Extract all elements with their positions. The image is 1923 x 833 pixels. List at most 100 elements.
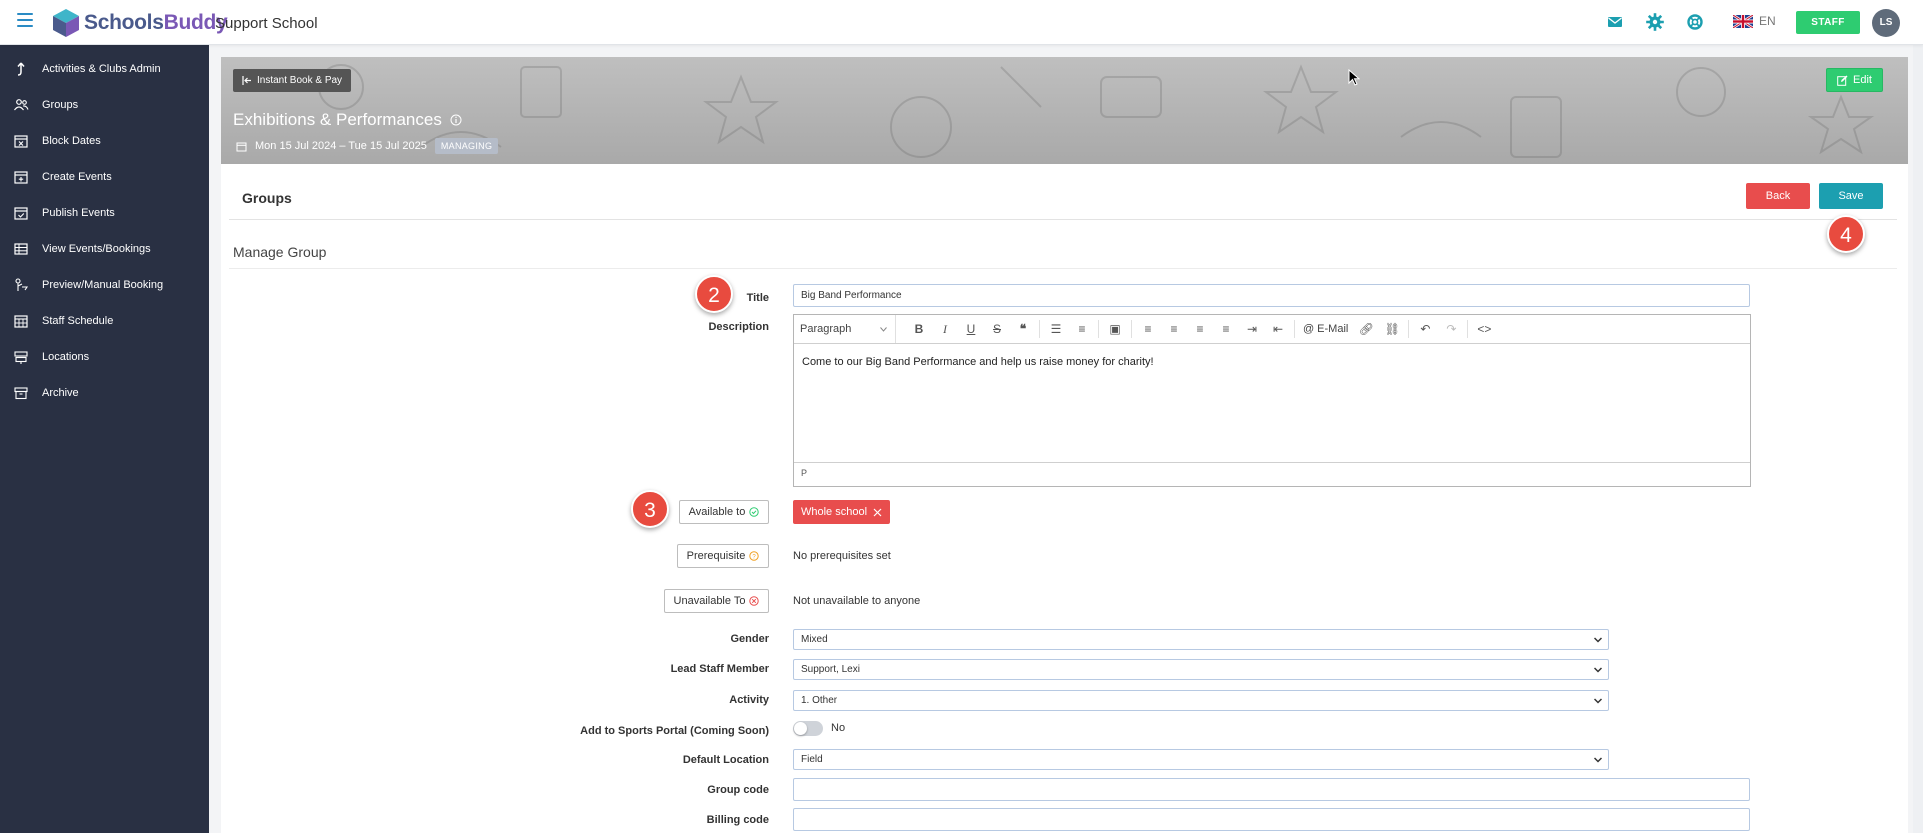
- sidebar-item-archive[interactable]: Archive: [0, 378, 209, 408]
- sidebar-item-groups[interactable]: Groups: [0, 90, 209, 120]
- activity-select[interactable]: 1. Other: [793, 690, 1609, 711]
- panel-title: Groups: [242, 190, 292, 206]
- bullet-list-icon[interactable]: ☰: [1043, 322, 1069, 336]
- editor-body[interactable]: Come to our Big Band Performance and hel…: [794, 344, 1750, 463]
- default-location-select[interactable]: Field: [793, 749, 1609, 770]
- step-4-annotation: 4: [1827, 215, 1865, 253]
- chevron-down-icon: [880, 326, 887, 332]
- sidebar-item-view-events-bookings[interactable]: View Events/Bookings: [0, 234, 209, 264]
- paragraph-format-label: Paragraph: [800, 323, 852, 335]
- unavailable-to-button[interactable]: Unavailable To: [664, 589, 769, 613]
- toolbar-separator: [1131, 320, 1132, 338]
- numbered-list-icon[interactable]: ≡: [1069, 322, 1095, 336]
- page-scrollbar[interactable]: [1913, 45, 1923, 833]
- sidebar-item-publish-events[interactable]: Publish Events: [0, 198, 209, 228]
- default-location-label: Default Location: [682, 754, 769, 766]
- align-justify-icon[interactable]: ≡: [1213, 322, 1239, 336]
- editor-status-path: P: [801, 468, 808, 478]
- lead-staff-select[interactable]: Support, Lexi: [793, 659, 1609, 680]
- sidebar-item-label: Groups: [42, 99, 79, 111]
- gender-select[interactable]: Mixed: [793, 629, 1609, 650]
- close-icon[interactable]: [873, 508, 882, 517]
- sports-portal-toggle[interactable]: [793, 721, 823, 736]
- section-title: Manage Group: [233, 244, 327, 260]
- unlink-icon[interactable]: ⛓︎: [1379, 322, 1405, 336]
- language-selector[interactable]: EN: [1733, 14, 1776, 28]
- outdent-icon[interactable]: ⇤: [1265, 322, 1291, 336]
- chevron-down-icon: [1594, 698, 1602, 704]
- sidebar-item-label: Locations: [42, 351, 90, 363]
- align-left-icon[interactable]: ≡: [1135, 322, 1161, 336]
- underline-icon[interactable]: U: [958, 322, 984, 336]
- table-icon: [0, 234, 42, 264]
- back-button[interactable]: Back: [1746, 183, 1810, 209]
- sidebar-item-block-dates[interactable]: Block Dates: [0, 126, 209, 156]
- source-code-icon[interactable]: <>: [1471, 322, 1497, 336]
- sidebar-item-label: Staff Schedule: [42, 315, 114, 327]
- edit-button[interactable]: Edit: [1826, 68, 1883, 92]
- indent-icon[interactable]: ⇥: [1239, 322, 1265, 336]
- blockquote-icon[interactable]: ❝: [1010, 322, 1036, 336]
- sign-icon: [0, 342, 42, 372]
- email-link-button[interactable]: @ E-Mail: [1298, 323, 1353, 335]
- align-right-icon[interactable]: ≡: [1187, 322, 1213, 336]
- edit-label: Edit: [1853, 74, 1872, 86]
- prerequisite-value: No prerequisites set: [793, 550, 891, 562]
- calendar-plus-icon: [0, 162, 42, 192]
- billing-code-label: Billing code: [706, 814, 769, 826]
- save-button[interactable]: Save: [1819, 183, 1883, 209]
- paragraph-format-select[interactable]: Paragraph: [800, 315, 896, 343]
- mail-icon[interactable]: [1606, 13, 1624, 31]
- toolbar-separator: [1467, 320, 1469, 338]
- sidebar-item-staff-schedule[interactable]: Staff Schedule: [0, 306, 209, 336]
- group-code-input[interactable]: [793, 778, 1750, 801]
- school-name: Support School: [215, 15, 318, 32]
- hamburger-menu-icon[interactable]: [17, 13, 33, 27]
- unavailable-to-value: Not unavailable to anyone: [793, 595, 921, 607]
- main-content: Instant Book & Pay Edit Exhibitions & Pe…: [221, 57, 1908, 833]
- instant-book-pay-label: Instant Book & Pay: [257, 75, 343, 86]
- gender-label: Gender: [730, 633, 769, 645]
- sidebar-item-locations[interactable]: Locations: [0, 342, 209, 372]
- image-icon[interactable]: ▣: [1102, 322, 1128, 336]
- email-link-label: E-Mail: [1317, 323, 1349, 335]
- sports-portal-label: Add to Sports Portal (Coming Soon): [580, 725, 769, 737]
- prerequisite-button[interactable]: Prerequisite ?: [677, 544, 769, 568]
- bold-icon[interactable]: B: [906, 322, 932, 336]
- sidebar-item-preview-manual-booking[interactable]: Preview/Manual Booking: [0, 270, 209, 300]
- toolbar-separator: [1098, 320, 1099, 338]
- link-icon[interactable]: 🔗︎: [1353, 322, 1379, 336]
- calendar-icon: [236, 142, 247, 151]
- instant-book-pay-back-button[interactable]: Instant Book & Pay: [233, 69, 352, 92]
- title-input[interactable]: Big Band Performance: [793, 284, 1750, 307]
- billing-code-input[interactable]: [793, 808, 1750, 831]
- whole-school-chip[interactable]: Whole school: [793, 500, 891, 524]
- date-range: Mon 15 Jul 2024 – Tue 15 Jul 2025 MANAGI…: [236, 138, 499, 154]
- whole-school-label: Whole school: [801, 506, 868, 518]
- staff-role-button[interactable]: STAFF: [1796, 11, 1860, 34]
- language-code: EN: [1759, 14, 1776, 28]
- activity-label: Activity: [729, 694, 769, 706]
- divider: [229, 219, 1897, 220]
- strikethrough-icon[interactable]: S: [984, 322, 1010, 336]
- sidebar-item-create-events[interactable]: Create Events: [0, 162, 209, 192]
- check-circle-icon: [749, 507, 760, 517]
- user-avatar[interactable]: LS: [1872, 9, 1900, 37]
- undo-icon[interactable]: ↶: [1412, 322, 1438, 336]
- align-center-icon[interactable]: ≡: [1161, 322, 1187, 336]
- brand-logo-text[interactable]: SchoolsBuddy: [84, 11, 228, 35]
- help-lifebuoy-icon[interactable]: [1686, 13, 1704, 31]
- sidebar-item-activities-clubs-admin[interactable]: Activities & Clubs Admin: [0, 54, 209, 84]
- description-rich-text-editor: Paragraph B I U S ❝ ☰ ≡ ▣ ≡ ≡ ≡ ≡ ⇥ ⇤ @ E…: [793, 314, 1751, 487]
- sidebar-item-label: Archive: [42, 387, 79, 399]
- gear-icon[interactable]: [1646, 13, 1664, 31]
- x-circle-icon: [749, 596, 760, 606]
- prerequisite-label: Prerequisite: [686, 550, 746, 562]
- toolbar-separator: [1294, 320, 1295, 338]
- question-circle-icon: ?: [749, 551, 760, 561]
- person-pointer-icon: [0, 270, 42, 300]
- available-to-button[interactable]: Available to: [679, 500, 769, 524]
- italic-icon[interactable]: I: [932, 322, 958, 337]
- gender-value: Mixed: [801, 634, 828, 645]
- info-icon[interactable]: [450, 114, 462, 126]
